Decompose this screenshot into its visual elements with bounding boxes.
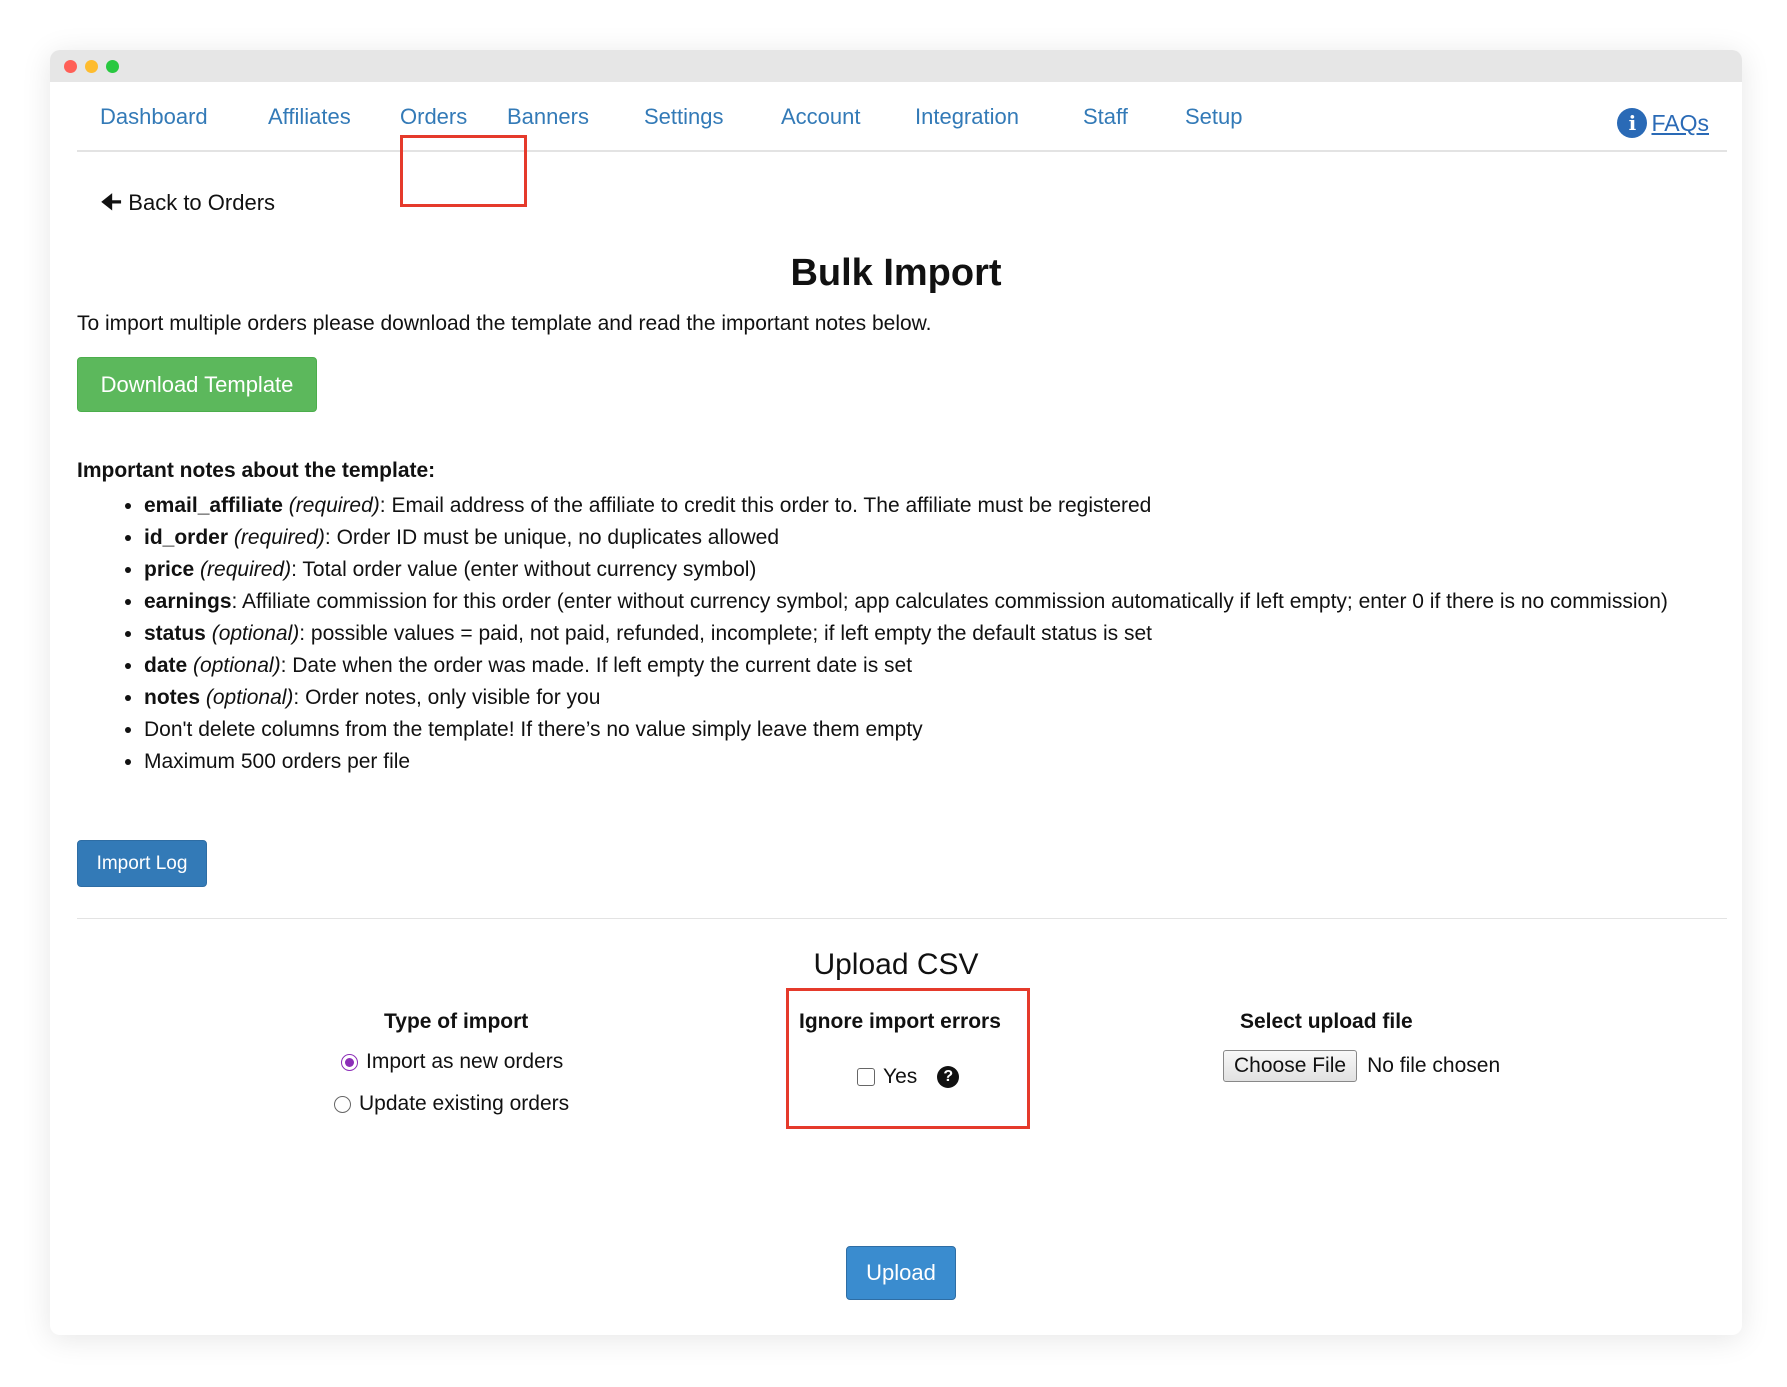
window-titlebar xyxy=(50,50,1742,82)
file-status-text: No file chosen xyxy=(1367,1054,1501,1077)
tab-affiliates[interactable]: Affiliates xyxy=(268,104,351,130)
radio-button[interactable] xyxy=(341,1053,358,1071)
info-circle-icon: i xyxy=(1617,108,1648,138)
radio-import-new[interactable]: Import as new orders xyxy=(341,1050,563,1074)
file-input[interactable]: Choose File No file chosen xyxy=(1223,1050,1500,1082)
ignore-errors-checkbox-row[interactable]: Yes ? xyxy=(857,1065,960,1089)
radio-update-existing[interactable]: Update existing orders xyxy=(334,1092,569,1116)
select-upload-file-heading: Select upload file xyxy=(1240,1010,1413,1033)
arrow-left-icon: 🠈 xyxy=(100,189,123,216)
notes-heading: Important notes about the template: xyxy=(77,459,436,482)
tab-account[interactable]: Account xyxy=(781,104,861,130)
tab-orders[interactable]: Orders xyxy=(400,104,467,130)
page-title: Bulk Import xyxy=(790,252,1002,294)
question-circle-icon[interactable]: ? xyxy=(937,1066,960,1088)
checkbox-label: Yes xyxy=(883,1065,918,1088)
tab-staff[interactable]: Staff xyxy=(1083,104,1128,130)
tab-dashboard[interactable]: Dashboard xyxy=(100,104,208,130)
type-of-import-heading: Type of import xyxy=(384,1010,529,1033)
list-item: Don't delete columns from the template! … xyxy=(144,714,1734,746)
radio-button[interactable] xyxy=(334,1095,351,1113)
notes-list: email_affiliate (required): Email addres… xyxy=(114,490,1734,778)
tab-integration[interactable]: Integration xyxy=(915,104,1019,130)
close-window-icon[interactable] xyxy=(64,59,77,73)
tab-setup[interactable]: Setup xyxy=(1185,104,1243,130)
list-item: email_affiliate (required): Email addres… xyxy=(144,490,1734,522)
ignore-import-errors-heading: Ignore import errors xyxy=(799,1010,1001,1033)
download-template-button[interactable]: Download Template xyxy=(77,357,317,412)
list-item: price (required): Total order value (ent… xyxy=(144,554,1734,586)
back-to-orders-link[interactable]: 🠈 Back to Orders xyxy=(100,190,275,216)
tab-banners[interactable]: Banners xyxy=(507,104,589,130)
list-item: earnings: Affiliate commission for this … xyxy=(144,586,1734,618)
minimize-window-icon[interactable] xyxy=(85,59,98,73)
section-divider xyxy=(77,918,1727,919)
faqs-link[interactable]: i FAQs xyxy=(1617,108,1709,138)
list-item: Maximum 500 orders per file xyxy=(144,746,1734,778)
back-link-label: Back to Orders xyxy=(128,190,276,215)
faqs-label: FAQs xyxy=(1651,109,1709,136)
ignore-errors-checkbox[interactable] xyxy=(857,1068,875,1086)
list-item: status (optional): possible values = pai… xyxy=(144,618,1734,650)
browser-window: Dashboard Affiliates Orders Banners Sett… xyxy=(50,50,1742,1335)
radio-label: Import as new orders xyxy=(366,1050,564,1073)
orders-tab-highlight xyxy=(400,135,527,207)
radio-label: Update existing orders xyxy=(359,1092,570,1115)
choose-file-button[interactable]: Choose File xyxy=(1223,1050,1358,1082)
list-item: date (optional): Date when the order was… xyxy=(144,650,1734,682)
tab-settings[interactable]: Settings xyxy=(644,104,724,130)
import-log-button[interactable]: Import Log xyxy=(77,840,207,887)
maximize-window-icon[interactable] xyxy=(106,59,119,73)
list-item: notes (optional): Order notes, only visi… xyxy=(144,682,1734,714)
list-item: id_order (required): Order ID must be un… xyxy=(144,522,1734,554)
top-navigation: Dashboard Affiliates Orders Banners Sett… xyxy=(77,82,1727,152)
upload-csv-heading: Upload CSV xyxy=(813,948,979,981)
upload-button[interactable]: Upload xyxy=(846,1246,956,1300)
intro-text: To import multiple orders please downloa… xyxy=(77,312,932,335)
